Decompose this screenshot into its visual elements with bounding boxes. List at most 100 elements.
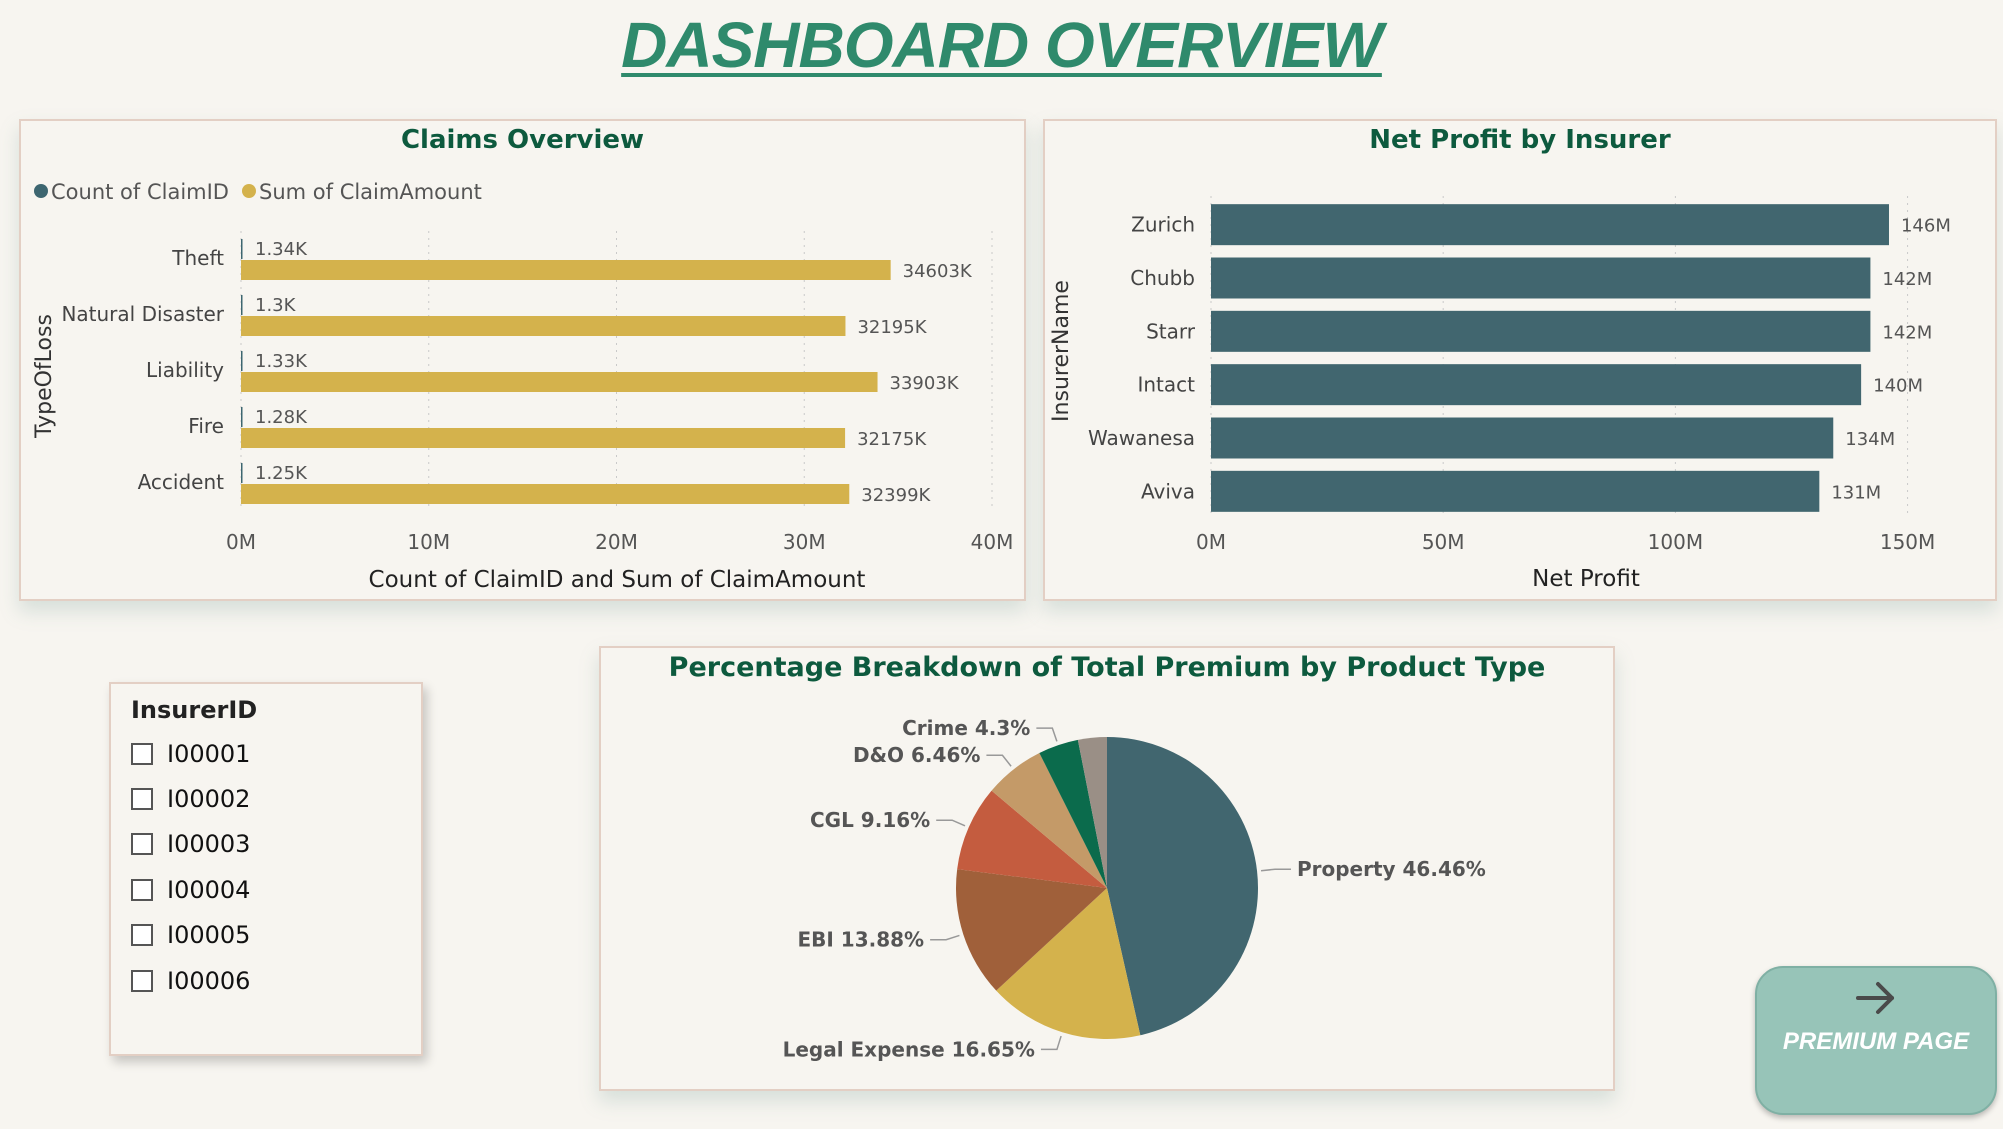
count-bar-theft[interactable] (241, 239, 243, 259)
claims-category-label-natural-disaster: Natural Disaster (61, 302, 224, 326)
slicer-option-i00006[interactable]: I00006 (131, 963, 250, 999)
profit-data-label: 131M (1831, 482, 1881, 503)
slicer-option-label: I00004 (167, 876, 251, 904)
pie-leader-line (1040, 1035, 1062, 1051)
amount-data-label: 34603K (903, 261, 973, 282)
profit-x-tick-label: 50M (1422, 530, 1465, 554)
claims-category-label-fire: Fire (188, 414, 224, 438)
slicer-option-label: I00006 (167, 967, 251, 995)
profit-data-label: 142M (1882, 322, 1932, 343)
insurer-label-intact: Intact (1137, 373, 1195, 397)
claims-chart: Count of ClaimID Sum of ClaimAmount Type… (32, 180, 1014, 593)
claims-x-axis-label: Count of ClaimID and Sum of ClaimAmount (369, 567, 866, 593)
claims-y-axis-label: TypeOfLoss (32, 314, 57, 439)
net-profit-card: Net Profit by Insurer InsurerName Net Pr… (1043, 119, 1997, 601)
profit-bar-zurich[interactable] (1211, 204, 1889, 246)
legend-label-amount[interactable]: Sum of ClaimAmount (259, 180, 482, 204)
pie-label-ebi: EBI 13.88% (797, 928, 924, 952)
count-bar-accident[interactable] (241, 463, 243, 483)
pie-leader-line (1260, 868, 1291, 872)
pie-leader-line (930, 934, 960, 941)
count-data-label: 1.28K (255, 407, 308, 428)
profit-chart: InsurerName Net Profit 0M 50M 100M 150M Zuri… (1049, 196, 1951, 592)
checkbox[interactable] (131, 924, 153, 946)
insurer-id-slicer: InsurerID I00001 I00002 I00003 I00004 I0… (109, 682, 423, 1056)
amount-data-label: 33903K (890, 373, 960, 394)
amount-data-label: 32195K (857, 317, 927, 338)
profit-bar-chubb[interactable] (1211, 257, 1871, 299)
profit-data-label: 146M (1901, 216, 1951, 237)
profit-bar-starr[interactable] (1211, 310, 1871, 352)
slicer-option-label: I00002 (167, 785, 251, 813)
profit-x-axis-label: Net Profit (1532, 566, 1640, 592)
count-data-label: 1.25K (255, 463, 308, 484)
amount-bar-theft[interactable] (241, 260, 891, 280)
claims-x-tick-label: 10M (407, 530, 450, 554)
pie-label-crime: Crime 4.3% (902, 716, 1030, 740)
slicer-option-i00003[interactable]: I00003 (131, 826, 250, 862)
legend-marker-amount (242, 184, 256, 198)
claims-x-tick-label: 30M (783, 530, 826, 554)
profit-data-label: 140M (1873, 376, 1923, 397)
profit-bar-wawanesa[interactable] (1211, 417, 1834, 459)
checkbox[interactable] (131, 970, 153, 992)
pie-label-legal-expense: Legal Expense 16.65% (783, 1037, 1035, 1061)
slicer-option-label: I00005 (167, 921, 251, 949)
premium-page-button[interactable]: PREMIUM PAGE (1755, 966, 1997, 1115)
pie-leader-line (936, 819, 966, 827)
slicer-option-i00001[interactable]: I00001 (131, 736, 250, 772)
profit-x-tick-label: 100M (1648, 530, 1703, 554)
page-title: DASHBOARD OVERVIEW (621, 9, 1383, 81)
legend-marker-count (34, 184, 48, 198)
slicer-option-label: I00003 (167, 830, 251, 858)
checkbox[interactable] (131, 833, 153, 855)
slicer-option-i00002[interactable]: I00002 (131, 781, 250, 817)
profit-bar-aviva[interactable] (1211, 470, 1820, 512)
pie-label-property: Property 46.46% (1297, 857, 1486, 881)
insurer-label-chubb: Chubb (1130, 266, 1195, 290)
pie-leader-line (986, 754, 1012, 767)
claims-category-label-accident: Accident (138, 470, 225, 494)
count-bar-fire[interactable] (241, 407, 243, 427)
claims-category-label-liability: Liability (146, 358, 224, 382)
slicer-option-label: I00001 (167, 740, 251, 768)
count-data-label: 1.3K (255, 295, 297, 316)
checkbox[interactable] (131, 743, 153, 765)
claims-overview-card: Claims Overview Count of ClaimID Sum of … (19, 119, 1026, 601)
insurer-label-zurich: Zurich (1131, 213, 1195, 237)
profit-x-tick-label: 150M (1880, 530, 1935, 554)
amount-bar-natural-disaster[interactable] (241, 316, 846, 336)
claims-x-tick-label: 0M (226, 530, 256, 554)
count-bar-liability[interactable] (241, 351, 243, 371)
claims-x-tick-label: 20M (595, 530, 638, 554)
profit-y-axis-label: InsurerName (1049, 280, 1074, 422)
profit-data-label: 142M (1882, 269, 1932, 290)
profit-x-tick-label: 0M (1196, 530, 1226, 554)
amount-data-label: 32175K (857, 429, 927, 450)
slicer-title: InsurerID (131, 696, 258, 724)
claims-x-tick-label: 40M (971, 530, 1014, 554)
pie-label-d-o: D&O 6.46% (853, 743, 980, 767)
amount-bar-accident[interactable] (241, 484, 850, 504)
premium-page-label: PREMIUM PAGE (1782, 1028, 1970, 1055)
profit-data-label: 134M (1845, 429, 1895, 450)
claims-category-label-theft: Theft (171, 246, 224, 270)
count-bar-natural-disaster[interactable] (241, 295, 243, 315)
slicer-option-i00004[interactable]: I00004 (131, 872, 250, 908)
insurer-label-aviva: Aviva (1141, 479, 1195, 503)
insurer-label-starr: Starr (1146, 319, 1196, 343)
legend-label-count[interactable]: Count of ClaimID (51, 180, 229, 204)
profit-bar-intact[interactable] (1211, 364, 1862, 406)
pie-leader-line (1036, 727, 1058, 742)
amount-data-label: 32399K (861, 485, 931, 506)
pie-chart: Property 46.46% Legal Expense 16.65% EBI 1… (783, 716, 1486, 1061)
arrow-right-icon (1856, 982, 1894, 1014)
insurer-label-wawanesa: Wawanesa (1088, 426, 1195, 450)
slicer-option-i00005[interactable]: I00005 (131, 917, 250, 953)
checkbox[interactable] (131, 879, 153, 901)
amount-bar-liability[interactable] (241, 372, 878, 392)
amount-bar-fire[interactable] (241, 428, 846, 448)
premium-pie-card: Percentage Breakdown of Total Premium by… (599, 646, 1615, 1091)
count-data-label: 1.33K (255, 351, 308, 372)
checkbox[interactable] (131, 788, 153, 810)
